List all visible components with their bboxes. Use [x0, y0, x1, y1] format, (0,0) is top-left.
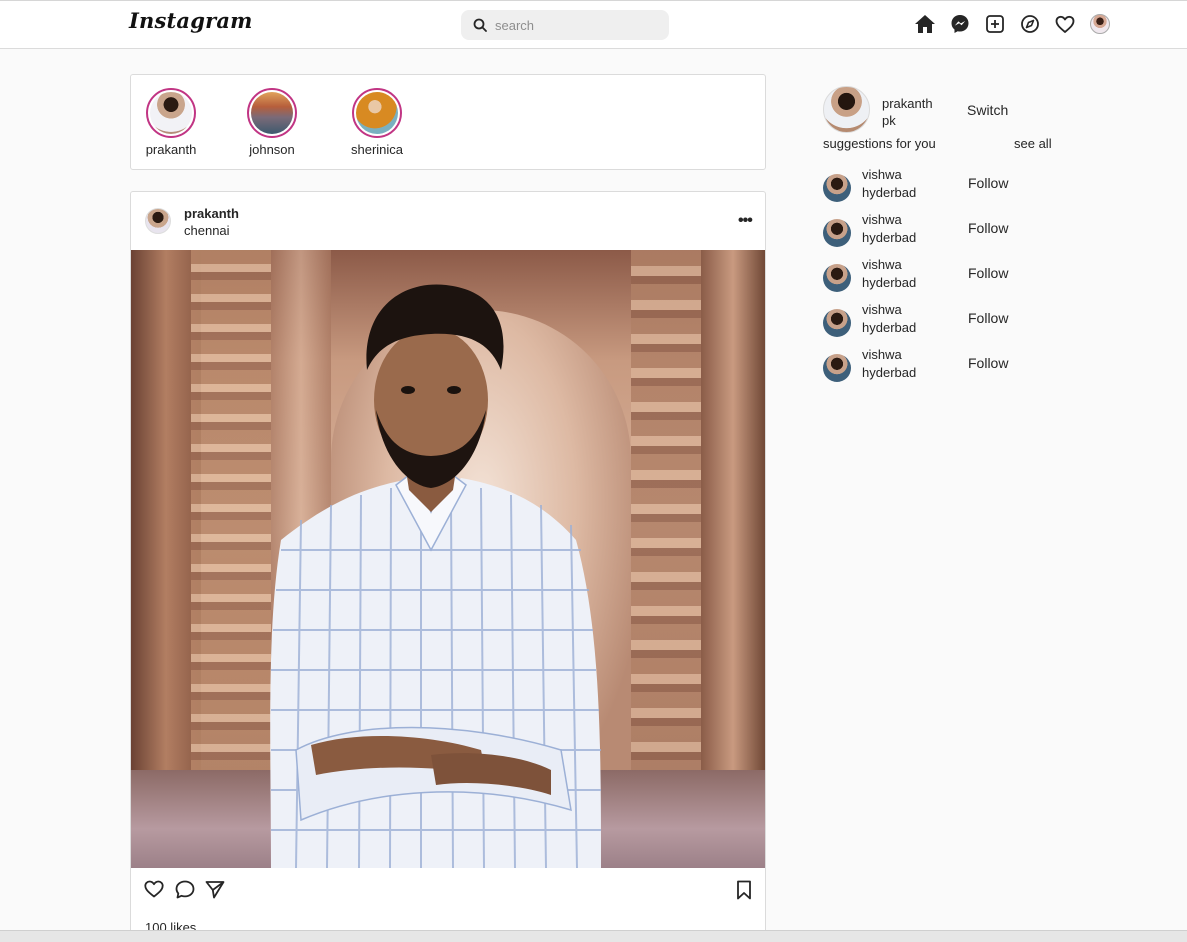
- see-all-link[interactable]: see all: [1014, 136, 1052, 151]
- switch-account-button[interactable]: Switch: [967, 102, 1008, 118]
- current-user-avatar[interactable]: [823, 86, 870, 133]
- top-navbar: Instagram: [0, 0, 1187, 49]
- search-input[interactable]: [495, 15, 660, 35]
- story-username: prakanth: [145, 142, 197, 157]
- suggestion-row: vishwa hyderbad Follow: [823, 166, 1063, 210]
- story-item[interactable]: sherinica: [342, 88, 412, 157]
- story-avatar: [150, 92, 192, 134]
- suggestion-name[interactable]: vishwa hyderbad: [862, 211, 916, 247]
- suggestion-username: vishwa: [862, 302, 902, 317]
- suggestion-avatar[interactable]: [823, 309, 851, 337]
- suggestion-name[interactable]: vishwa hyderbad: [862, 346, 916, 382]
- story-avatar: [356, 92, 398, 134]
- suggestion-username: vishwa: [862, 257, 902, 272]
- home-icon[interactable]: [913, 12, 937, 36]
- suggestion-subtitle: hyderbad: [862, 230, 917, 245]
- new-post-icon[interactable]: [983, 12, 1007, 36]
- follow-button[interactable]: Follow: [968, 310, 1008, 326]
- story-item[interactable]: prakanth: [136, 88, 206, 157]
- post-header: prakanth chennai •••: [131, 192, 765, 250]
- follow-button[interactable]: Follow: [968, 220, 1008, 236]
- suggestion-subtitle: hyderbad: [862, 185, 917, 200]
- suggestion-avatar[interactable]: [823, 219, 851, 247]
- suggestions-heading: suggestions for you: [823, 136, 936, 151]
- suggestion-row: vishwa hyderbad Follow: [823, 301, 1063, 345]
- story-username: johnson: [249, 142, 295, 157]
- share-send-icon[interactable]: [205, 880, 225, 904]
- activity-heart-icon[interactable]: [1053, 12, 1077, 36]
- suggestion-username: vishwa: [862, 167, 902, 182]
- suggestion-subtitle: hyderbad: [862, 365, 917, 380]
- story-avatar-ring: [146, 88, 196, 138]
- suggestion-row: vishwa hyderbad Follow: [823, 346, 1063, 390]
- suggestion-username: vishwa: [862, 347, 902, 362]
- suggestion-name[interactable]: vishwa hyderbad: [862, 256, 916, 292]
- save-bookmark-icon[interactable]: [736, 880, 752, 905]
- story-username: sherinica: [350, 142, 404, 157]
- follow-button[interactable]: Follow: [968, 175, 1008, 191]
- horizontal-scrollbar[interactable]: [0, 930, 1187, 942]
- suggestion-avatar[interactable]: [823, 264, 851, 292]
- current-user-name[interactable]: prakanth pk: [882, 95, 942, 129]
- suggestion-subtitle: hyderbad: [862, 320, 917, 335]
- suggestion-row: vishwa hyderbad Follow: [823, 256, 1063, 300]
- messenger-icon[interactable]: [948, 12, 972, 36]
- instagram-logo[interactable]: Instagram: [129, 8, 253, 33]
- explore-icon[interactable]: [1018, 12, 1042, 36]
- more-options-icon[interactable]: •••: [738, 212, 753, 230]
- suggestion-avatar[interactable]: [823, 354, 851, 382]
- story-item[interactable]: johnson: [237, 88, 307, 157]
- suggestion-name[interactable]: vishwa hyderbad: [862, 166, 916, 202]
- story-avatar: [251, 92, 293, 134]
- story-avatar-ring: [352, 88, 402, 138]
- follow-button[interactable]: Follow: [968, 355, 1008, 371]
- suggestion-username: vishwa: [862, 212, 902, 227]
- suggestion-avatar[interactable]: [823, 174, 851, 202]
- suggestion-subtitle: hyderbad: [862, 275, 917, 290]
- post-location[interactable]: chennai: [184, 223, 230, 238]
- feed-post: prakanth chennai ••• 100 likes: [130, 191, 766, 942]
- suggestion-row: vishwa hyderbad Follow: [823, 211, 1063, 255]
- profile-avatar[interactable]: [1088, 12, 1112, 36]
- post-actions-bar: [131, 868, 765, 908]
- search-box[interactable]: [461, 10, 669, 40]
- nav-icons: [913, 12, 1112, 36]
- post-author-username[interactable]: prakanth: [184, 206, 239, 221]
- photo-person: [270, 284, 601, 868]
- like-heart-icon[interactable]: [144, 880, 164, 903]
- post-image[interactable]: [131, 250, 765, 868]
- post-author-avatar[interactable]: [145, 208, 171, 234]
- comment-icon[interactable]: [175, 880, 195, 904]
- search-icon: [473, 18, 487, 32]
- follow-button[interactable]: Follow: [968, 265, 1008, 281]
- story-avatar-ring: [247, 88, 297, 138]
- stories-tray: prakanth johnson sherinica: [130, 74, 766, 170]
- suggestion-name[interactable]: vishwa hyderbad: [862, 301, 916, 337]
